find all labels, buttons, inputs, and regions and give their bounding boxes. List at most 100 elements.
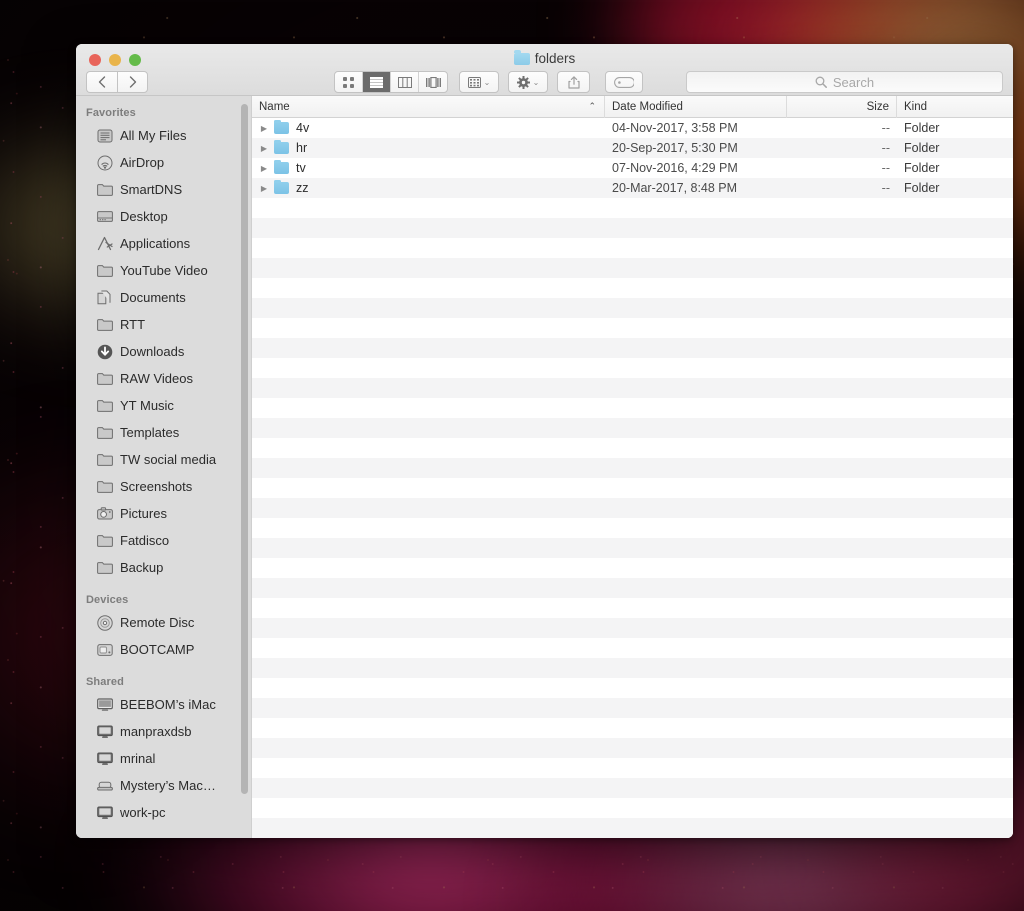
sidebar-item-bootcamp[interactable]: BOOTCAMP <box>76 636 251 663</box>
empty-row[interactable] <box>252 638 1013 658</box>
empty-row[interactable] <box>252 478 1013 498</box>
sidebar-item-rtt[interactable]: RTT <box>76 311 251 338</box>
sidebar-item-youtube-video[interactable]: YouTube Video <box>76 257 251 284</box>
sidebar-item-documents[interactable]: Documents <box>76 284 251 311</box>
sidebar-item-screenshots[interactable]: Screenshots <box>76 473 251 500</box>
column-header-size[interactable]: Size <box>787 96 897 118</box>
sidebar-section-gap <box>76 581 251 590</box>
column-header-kind[interactable]: Kind <box>897 96 1013 118</box>
empty-row[interactable] <box>252 558 1013 578</box>
sidebar-item-mrinal[interactable]: mrinal <box>76 745 251 772</box>
imac-icon <box>96 696 113 713</box>
empty-row-stripes <box>252 198 1013 838</box>
sidebar-item-remote-disc[interactable]: Remote Disc <box>76 609 251 636</box>
forward-button[interactable] <box>117 71 148 93</box>
empty-row[interactable] <box>252 518 1013 538</box>
empty-row[interactable] <box>252 658 1013 678</box>
action-button[interactable]: ⌄ <box>508 71 548 93</box>
empty-row[interactable] <box>252 218 1013 238</box>
sidebar-item-label: YT Music <box>120 398 174 413</box>
icon-view-button[interactable] <box>335 72 363 92</box>
empty-row[interactable] <box>252 338 1013 358</box>
sidebar-item-pictures[interactable]: Pictures <box>76 500 251 527</box>
empty-row[interactable] <box>252 538 1013 558</box>
sidebar-item-label: BEEBOM’s iMac <box>120 697 216 712</box>
column-header-name[interactable]: Name ⌃ <box>252 96 605 118</box>
empty-row[interactable] <box>252 618 1013 638</box>
table-row[interactable]: ▶ zz 20-Mar-2017, 8:48 PM -- Folder <box>252 178 1013 198</box>
sidebar-item-tw-social-media[interactable]: TW social media <box>76 446 251 473</box>
empty-row[interactable] <box>252 678 1013 698</box>
empty-row[interactable] <box>252 378 1013 398</box>
back-button[interactable] <box>86 71 117 93</box>
table-row[interactable]: ▶ hr 20-Sep-2017, 5:30 PM -- Folder <box>252 138 1013 158</box>
arrange-icon <box>467 76 481 88</box>
arrange-button[interactable]: ⌄ <box>459 71 499 93</box>
window-title: folders <box>76 49 1013 66</box>
empty-row[interactable] <box>252 698 1013 718</box>
sidebar-item-fatdisco[interactable]: Fatdisco <box>76 527 251 554</box>
empty-row[interactable] <box>252 738 1013 758</box>
cell-date-modified: 07-Nov-2016, 4:29 PM <box>612 161 738 175</box>
sidebar-item-backup[interactable]: Backup <box>76 554 251 581</box>
close-button[interactable] <box>89 54 101 66</box>
sidebar-item-mystery-s-mac[interactable]: Mystery’s Mac… <box>76 772 251 799</box>
sidebar-item-downloads[interactable]: Downloads <box>76 338 251 365</box>
zoom-button[interactable] <box>129 54 141 66</box>
empty-row[interactable] <box>252 598 1013 618</box>
table-row[interactable]: ▶ tv 07-Nov-2016, 4:29 PM -- Folder <box>252 158 1013 178</box>
empty-row[interactable] <box>252 778 1013 798</box>
empty-row[interactable] <box>252 418 1013 438</box>
columns-icon <box>397 76 412 88</box>
share-button[interactable] <box>557 71 590 93</box>
empty-row[interactable] <box>252 758 1013 778</box>
tags-button[interactable] <box>605 71 643 93</box>
sidebar-item-label: YouTube Video <box>120 263 208 278</box>
empty-row[interactable] <box>252 298 1013 318</box>
sidebar-item-beebom-s-imac[interactable]: BEEBOM’s iMac <box>76 691 251 718</box>
sidebar-item-desktop[interactable]: Desktop <box>76 203 251 230</box>
empty-row[interactable] <box>252 718 1013 738</box>
sidebar-item-raw-videos[interactable]: RAW Videos <box>76 365 251 392</box>
folder-icon <box>96 451 113 468</box>
empty-row[interactable] <box>252 578 1013 598</box>
list-icon <box>370 76 383 88</box>
sidebar-item-manpraxdsb[interactable]: manpraxdsb <box>76 718 251 745</box>
disclosure-triangle-icon[interactable]: ▶ <box>259 124 269 133</box>
empty-row[interactable] <box>252 498 1013 518</box>
minimize-button[interactable] <box>109 54 121 66</box>
pictures-icon <box>96 505 113 522</box>
sidebar-scrollbar[interactable] <box>241 104 248 794</box>
folder-icon <box>96 181 113 198</box>
sidebar-item-all-my-files[interactable]: All My Files <box>76 122 251 149</box>
disclosure-triangle-icon[interactable]: ▶ <box>259 144 269 153</box>
empty-row[interactable] <box>252 278 1013 298</box>
sidebar-item-smartdns[interactable]: SmartDNS <box>76 176 251 203</box>
disclosure-triangle-icon[interactable]: ▶ <box>259 164 269 173</box>
empty-row[interactable] <box>252 258 1013 278</box>
empty-row[interactable] <box>252 438 1013 458</box>
column-view-button[interactable] <box>391 72 419 92</box>
list-view-button[interactable] <box>363 72 391 92</box>
table-row[interactable]: ▶ 4v 04-Nov-2017, 3:58 PM -- Folder <box>252 118 1013 138</box>
sidebar-item-airdrop[interactable]: AirDrop <box>76 149 251 176</box>
column-header-date-modified[interactable]: Date Modified <box>605 96 787 118</box>
empty-row[interactable] <box>252 238 1013 258</box>
folder-icon <box>96 559 113 576</box>
empty-row[interactable] <box>252 198 1013 218</box>
search-input[interactable]: Search <box>686 71 1003 93</box>
sidebar-item-work-pc[interactable]: work-pc <box>76 799 251 826</box>
empty-row[interactable] <box>252 818 1013 838</box>
empty-row[interactable] <box>252 398 1013 418</box>
file-name-label: 4v <box>296 121 310 135</box>
sidebar-item-templates[interactable]: Templates <box>76 419 251 446</box>
window-titlebar[interactable]: folders ⌄ ⌄ Search <box>76 44 1013 96</box>
coverflow-view-button[interactable] <box>419 72 447 92</box>
sidebar-item-applications[interactable]: Applications <box>76 230 251 257</box>
sidebar-item-yt-music[interactable]: YT Music <box>76 392 251 419</box>
disclosure-triangle-icon[interactable]: ▶ <box>259 184 269 193</box>
empty-row[interactable] <box>252 458 1013 478</box>
empty-row[interactable] <box>252 318 1013 338</box>
empty-row[interactable] <box>252 798 1013 818</box>
empty-row[interactable] <box>252 358 1013 378</box>
